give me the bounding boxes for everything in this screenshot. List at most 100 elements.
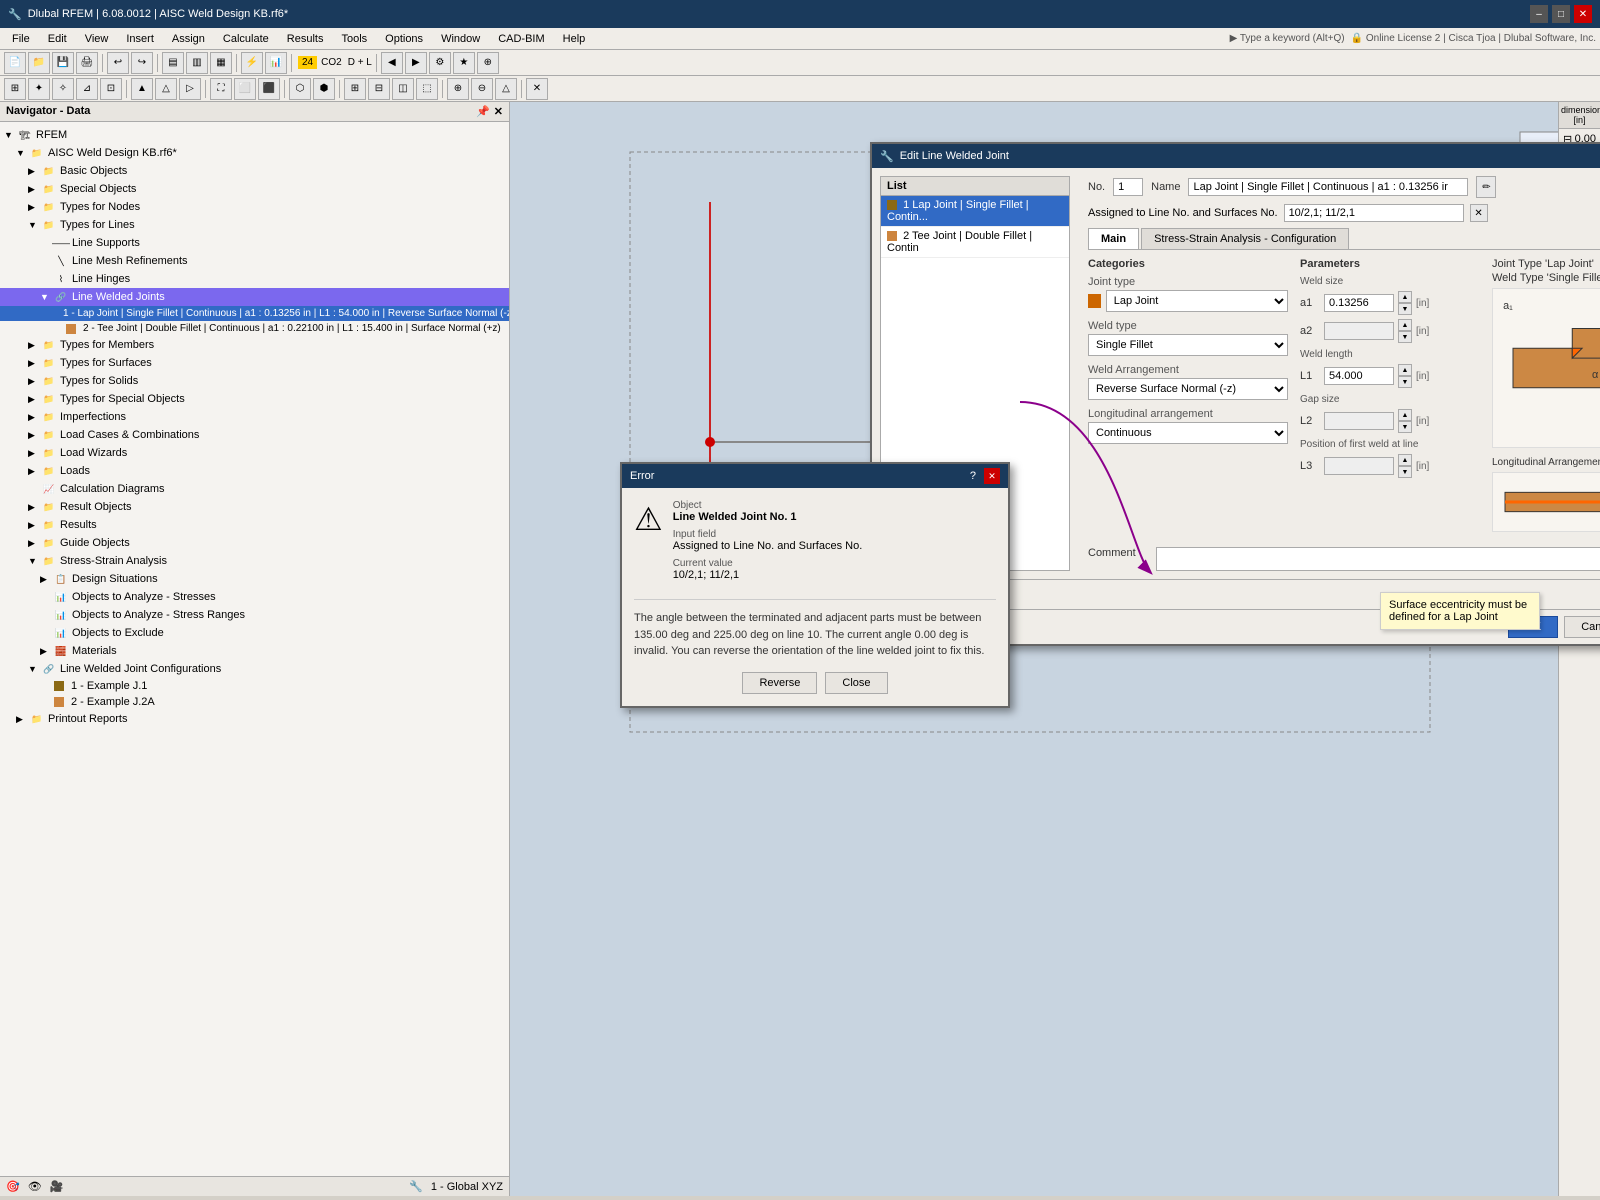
menu-help[interactable]: Help xyxy=(555,31,594,47)
error-close-x[interactable]: ✕ xyxy=(984,468,1000,484)
tb2-b5[interactable]: ⊡ xyxy=(100,78,122,100)
tb2-b1[interactable]: ⊞ xyxy=(4,78,26,100)
tree-types-nodes[interactable]: ▶ 📁 Types for Nodes xyxy=(0,198,509,216)
tree-basic-objects[interactable]: ▶ 📁 Basic Objects xyxy=(0,162,509,180)
tb-open[interactable]: 📁 xyxy=(28,52,50,74)
name-edit-btn[interactable]: ✏ xyxy=(1476,176,1496,198)
tab-main[interactable]: Main xyxy=(1088,228,1139,249)
a1-down[interactable]: ▼ xyxy=(1398,303,1412,315)
nav-status-icon2[interactable]: 👁 xyxy=(28,1180,42,1193)
longitudinal-arr-select[interactable]: Continuous xyxy=(1088,422,1288,444)
tree-types-special[interactable]: ▶ 📁 Types for Special Objects xyxy=(0,390,509,408)
tree-lw-configs[interactable]: ▼ 🔗 Line Welded Joint Configurations xyxy=(0,660,509,678)
tree-example-j2a[interactable]: 2 - Example J.2A xyxy=(0,694,509,710)
comment-input[interactable] xyxy=(1156,547,1600,571)
tb2-b20[interactable]: △ xyxy=(495,78,517,100)
tb-calc[interactable]: ⚙ xyxy=(429,52,451,74)
tb2-b17[interactable]: ⬚ xyxy=(416,78,438,100)
a1-input[interactable] xyxy=(1324,294,1394,312)
tb2-b4[interactable]: ⊿ xyxy=(76,78,98,100)
L2-input[interactable] xyxy=(1324,412,1394,430)
tb2-b3[interactable]: ✧ xyxy=(52,78,74,100)
L1-down[interactable]: ▼ xyxy=(1398,376,1412,388)
minimize-button[interactable]: – xyxy=(1530,5,1548,23)
tree-results[interactable]: ▶ 📁 Results xyxy=(0,516,509,534)
cancel-button[interactable]: Cancel xyxy=(1564,616,1600,638)
tree-loads[interactable]: ▶ 📁 Loads xyxy=(0,462,509,480)
error-help-btn[interactable]: ? xyxy=(966,468,980,484)
menu-edit[interactable]: Edit xyxy=(40,31,75,47)
menu-window[interactable]: Window xyxy=(433,31,488,47)
joint-type-select[interactable]: Lap Joint xyxy=(1106,290,1288,312)
L3-down[interactable]: ▼ xyxy=(1398,466,1412,478)
tree-special-objects[interactable]: ▶ 📁 Special Objects xyxy=(0,180,509,198)
tb-new[interactable]: 📄 xyxy=(4,52,26,74)
weld-type-select[interactable]: Single Fillet xyxy=(1088,334,1288,356)
menu-cadbim[interactable]: CAD-BIM xyxy=(490,31,552,47)
tree-load-cases[interactable]: ▶ 📁 Load Cases & Combinations xyxy=(0,426,509,444)
tb-b3[interactable]: ▦ xyxy=(210,52,232,74)
tree-addin[interactable]: ▼ 📁 AISC Weld Design KB.rf6* xyxy=(0,144,509,162)
nav-status-icon1[interactable]: 🎯 xyxy=(6,1180,20,1193)
tb2-b12[interactable]: ⬡ xyxy=(289,78,311,100)
tree-types-lines[interactable]: ▼ 📁 Types for Lines xyxy=(0,216,509,234)
tb2-b14[interactable]: ⊞ xyxy=(344,78,366,100)
tb2-b10[interactable]: ⬜ xyxy=(234,78,256,100)
tb2-b15[interactable]: ⊟ xyxy=(368,78,390,100)
menu-file[interactable]: File xyxy=(4,31,38,47)
tree-line-welded-joints[interactable]: ▼ 🔗 Line Welded Joints xyxy=(0,288,509,306)
tb2-b2[interactable]: ✦ xyxy=(28,78,50,100)
tb-b6[interactable]: ◀ xyxy=(381,52,403,74)
tree-result-objects[interactable]: ▶ 📁 Result Objects xyxy=(0,498,509,516)
menu-results[interactable]: Results xyxy=(279,31,332,47)
tb-b4[interactable]: ⚡ xyxy=(241,52,263,74)
L3-input[interactable] xyxy=(1324,457,1394,475)
list-item-2[interactable]: 2 Tee Joint | Double Fillet | Contin xyxy=(881,227,1069,258)
L1-input[interactable] xyxy=(1324,367,1394,385)
name-input[interactable] xyxy=(1188,178,1468,196)
tree-stress-strain[interactable]: ▼ 📁 Stress-Strain Analysis xyxy=(0,552,509,570)
tb-print[interactable]: 🖨 xyxy=(76,52,98,74)
tb-b8[interactable]: ★ xyxy=(453,52,475,74)
a1-up[interactable]: ▲ xyxy=(1398,291,1412,303)
tree-guide-objects[interactable]: ▶ 📁 Guide Objects xyxy=(0,534,509,552)
tb2-b19[interactable]: ⊖ xyxy=(471,78,493,100)
tb2-b13[interactable]: ⬢ xyxy=(313,78,335,100)
tree-load-wizards[interactable]: ▶ 📁 Load Wizards xyxy=(0,444,509,462)
L2-down[interactable]: ▼ xyxy=(1398,421,1412,433)
tree-materials[interactable]: ▶ 🧱 Materials xyxy=(0,642,509,660)
tb-redo[interactable]: ↪ xyxy=(131,52,153,74)
tree-line-mesh[interactable]: ╲ Line Mesh Refinements xyxy=(0,252,509,270)
tb-save[interactable]: 💾 xyxy=(52,52,74,74)
menu-tools[interactable]: Tools xyxy=(333,31,375,47)
nav-close[interactable]: ✕ xyxy=(494,105,503,118)
tree-weld-1[interactable]: 1 - Lap Joint | Single Fillet | Continuo… xyxy=(0,306,509,321)
tb2-b11[interactable]: ⬛ xyxy=(258,78,280,100)
close-button[interactable]: ✕ xyxy=(1574,5,1592,23)
tb2-b9[interactable]: ⛶ xyxy=(210,78,232,100)
a2-input[interactable] xyxy=(1324,322,1394,340)
L1-up[interactable]: ▲ xyxy=(1398,364,1412,376)
tb2-b16[interactable]: ◫ xyxy=(392,78,414,100)
tb2-b18[interactable]: ⊕ xyxy=(447,78,469,100)
tree-types-solids[interactable]: ▶ 📁 Types for Solids xyxy=(0,372,509,390)
menu-calculate[interactable]: Calculate xyxy=(215,31,277,47)
a2-down[interactable]: ▼ xyxy=(1398,331,1412,343)
menu-insert[interactable]: Insert xyxy=(118,31,162,47)
tree-line-hinges[interactable]: ⌇ Line Hinges xyxy=(0,270,509,288)
tree-line-supports[interactable]: —— Line Supports xyxy=(0,234,509,252)
menu-options[interactable]: Options xyxy=(377,31,431,47)
tb-b2[interactable]: ▥ xyxy=(186,52,208,74)
tb2-b7[interactable]: △ xyxy=(155,78,177,100)
tree-objects-analyze-stress[interactable]: 📊 Objects to Analyze - Stresses xyxy=(0,588,509,606)
tab-ssa-config[interactable]: Stress-Strain Analysis - Configuration xyxy=(1141,228,1349,249)
tb-b1[interactable]: ▤ xyxy=(162,52,184,74)
tree-example-j1[interactable]: 1 - Example J.1 xyxy=(0,678,509,694)
no-input[interactable] xyxy=(1113,178,1143,196)
tb-b9[interactable]: ⊕ xyxy=(477,52,499,74)
tree-objects-stress-ranges[interactable]: 📊 Objects to Analyze - Stress Ranges xyxy=(0,606,509,624)
nav-status-icon4[interactable]: 🔧 xyxy=(409,1180,423,1193)
tb-b7[interactable]: ▶ xyxy=(405,52,427,74)
tb-b5[interactable]: 📊 xyxy=(265,52,287,74)
tree-objects-exclude[interactable]: 📊 Objects to Exclude xyxy=(0,624,509,642)
